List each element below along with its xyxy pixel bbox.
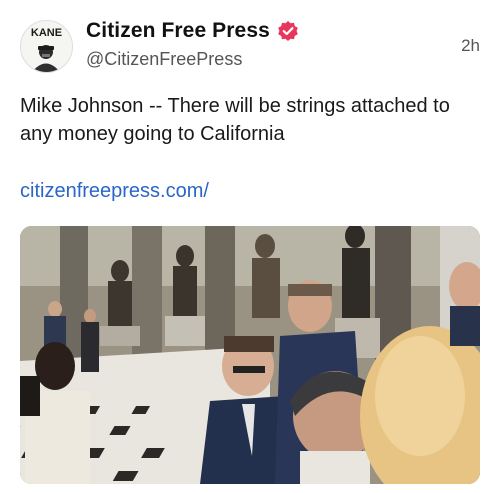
verified-badge-icon [277, 20, 299, 42]
avatar-badge-text: KANE [31, 27, 62, 39]
post-text: Mike Johnson -- There will be strings at… [20, 95, 450, 145]
author-name-row: Citizen Free Press [86, 16, 299, 46]
social-post: KANE Citizen Free Press @CitizenFreePres… [0, 0, 500, 493]
post-timestamp[interactable]: 2h [461, 36, 480, 56]
post-link[interactable]: citizenfreepress.com/ [20, 180, 209, 203]
author-name[interactable]: Citizen Free Press [86, 19, 270, 43]
avatar-image: KANE [21, 21, 72, 72]
video-frame-image [20, 226, 480, 484]
author-handle[interactable]: @CitizenFreePress [86, 49, 242, 70]
post-video-thumbnail[interactable] [20, 226, 480, 484]
author-avatar[interactable]: KANE [20, 20, 73, 73]
